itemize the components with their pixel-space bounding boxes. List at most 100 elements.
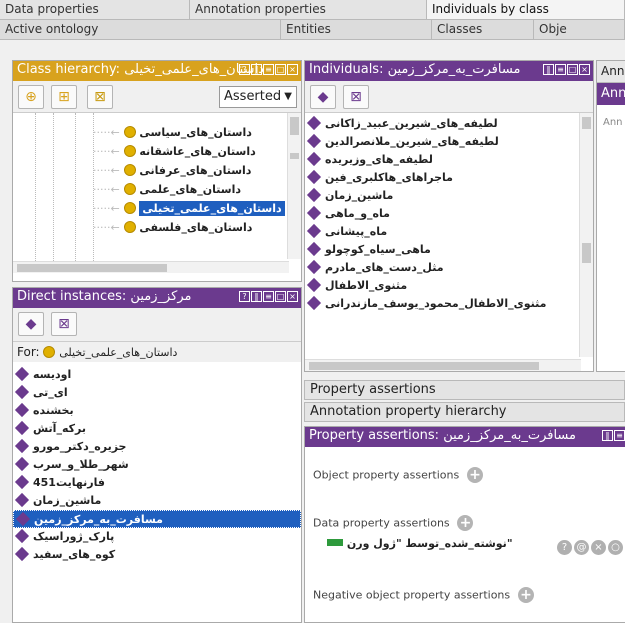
scroll-thumb[interactable] [582,117,591,129]
hscroll-thumb[interactable] [17,264,167,272]
direct-instance-item[interactable]: ماشین_زمان [13,492,301,510]
direct-instances-toolbar: ◆ ⊠ [13,308,301,342]
direct-instance-item[interactable]: بخشنده [13,402,301,420]
delete-class-button[interactable]: ⊠ [87,85,113,109]
help-icon[interactable]: ? [557,540,572,555]
direct-instance-label: برکه_آتش [33,422,86,435]
tab-bar-top: Data properties Annotation properties In… [0,0,625,20]
tab-active-ontology[interactable]: Active ontology [0,20,281,40]
add-negative-object-property-icon[interactable]: + [517,587,534,603]
add-sibling-button[interactable]: ⊞ [51,85,77,109]
split-icon[interactable]: ≡ [263,64,274,75]
individual-icon [14,546,30,562]
scroll-thumb[interactable] [290,117,299,135]
pin-icon[interactable]: ‖ [251,64,262,75]
individual-item[interactable]: لطیفه_های_شیرین_عبید_زاکانی [305,115,593,133]
individual-label: ماجراهای_هاکلبری_فین [325,171,453,184]
individual-item[interactable]: مثل_دست_های_مادرم [305,259,593,277]
pin-icon[interactable]: ‖ [251,291,262,302]
tab-property-assertions[interactable]: Property assertions [304,380,625,400]
tab-data-properties[interactable]: Data properties [0,0,190,20]
individual-icon [306,223,322,239]
individual-item[interactable]: ماهی_سیاه_کوچولو [305,241,593,259]
individuals-scrollbar[interactable] [579,113,593,357]
direct-instance-item[interactable]: اودیسه [13,366,301,384]
edit-icon[interactable]: ○ [608,540,623,555]
add-data-property-icon[interactable]: + [457,515,474,531]
delete-icon[interactable]: × [591,540,606,555]
tab-annotation-property-hierarchy[interactable]: Annotation property hierarchy [304,402,625,422]
individual-item[interactable]: لطیفه_های_شیرین_ملانصرالدین [305,133,593,151]
class-tree-item[interactable]: ·····← داستان_های_عاشقانه [13,142,301,161]
individual-item[interactable]: ماشین_زمان [305,187,593,205]
add-object-property-icon[interactable]: + [467,467,484,483]
individual-item[interactable]: مثنوی_الاطفال_محمود_یوسف_مازندرانی [305,295,593,313]
scroll-thumb[interactable] [582,243,591,263]
class-tree-item[interactable]: ·····← داستان_های_علمی_تخیلی [13,199,301,218]
maximize-icon[interactable]: □ [567,64,578,75]
split-icon[interactable]: ≡ [263,291,274,302]
individual-item[interactable]: ماه_پیشانی [305,223,593,241]
split-icon[interactable]: ≡ [614,430,625,441]
pin-icon[interactable]: ‖ [602,430,613,441]
tab-individuals-by-class[interactable]: Individuals by class [427,0,625,20]
object-property-label: Object property assertions [313,468,460,482]
individuals-hscroll[interactable] [305,359,581,371]
direct-instance-label: فارنهایت451 [33,476,105,489]
hierarchy-mode-dropdown[interactable]: Asserted ▼ [219,86,297,108]
maximize-icon[interactable]: □ [275,64,286,75]
class-hierarchy-title: Class hierarchy: داستان_های_علمی_تخیلی ?… [13,61,301,81]
class-tree-label: داستان_های_عرفانی [139,164,252,177]
maximize-icon[interactable]: □ [275,291,286,302]
individual-icon [15,511,31,527]
class-tree-item[interactable]: ·····← داستان_های_فلسفی [13,218,301,237]
close-icon[interactable]: × [287,291,298,302]
class-tree-hscroll[interactable] [13,261,289,273]
class-tree-item[interactable]: ·····← داستان_های_عرفانی [13,161,301,180]
tab-entities[interactable]: Entities [281,20,432,40]
close-icon[interactable]: × [579,64,590,75]
annotate-icon[interactable]: @ [574,540,589,555]
hierarchy-mode-value: Asserted [224,89,282,104]
for-label: For: [17,345,40,359]
class-tree-scrollbar[interactable] [287,113,301,259]
direct-instance-item[interactable]: شهر_طلا_و_سرب [13,456,301,474]
data-property-icon [327,539,343,546]
panel-controls: ‖ ≡ □ × [543,64,590,75]
direct-instance-item[interactable]: مسافرت_به_مرکز_زمین [13,510,301,528]
add-individual-button[interactable]: ◆ [310,85,336,109]
individual-icon [14,384,30,400]
hscroll-thumb[interactable] [309,362,539,370]
help-icon[interactable]: ? [239,291,250,302]
direct-instance-item[interactable]: ای_تی [13,384,301,402]
close-icon[interactable]: × [287,64,298,75]
scroll-thumb[interactable] [290,153,299,159]
individual-item[interactable]: ماه_و_ماهی [305,205,593,223]
split-icon[interactable]: ≡ [555,64,566,75]
direct-instance-item[interactable]: کوه_های_سفید [13,546,301,564]
help-icon[interactable]: ? [239,64,250,75]
direct-instance-label: ماشین_زمان [33,494,102,507]
class-icon [123,126,136,138]
add-instance-button[interactable]: ◆ [18,312,44,336]
class-tree-item[interactable]: ·····← داستان_های_علمی [13,180,301,199]
data-property-assertion[interactable]: نوشته_شده_توسط "ژول ورن" [327,537,513,550]
delete-individual-button[interactable]: ⊠ [343,85,369,109]
direct-instance-item[interactable]: فارنهایت451 [13,474,301,492]
individual-item[interactable]: ماجراهای_هاکلبری_فین [305,169,593,187]
class-tree-item[interactable]: ·····← داستان_های_سیاسی [13,123,301,142]
direct-instance-item[interactable]: برکه_آتش [13,420,301,438]
tab-annotation-properties[interactable]: Annotation properties [190,0,427,20]
delete-instance-button[interactable]: ⊠ [51,312,77,336]
direct-instance-item[interactable]: جزیره_دکتر_مورو [13,438,301,456]
for-class-name: داستان_های_علمی_تخیلی [59,346,178,359]
annotations-tab[interactable]: Ann [597,61,625,83]
individual-item[interactable]: لطیفه_های_وزیریده [305,151,593,169]
individual-item[interactable]: مثنوی_الاطفال [305,277,593,295]
direct-instance-item[interactable]: پارک_ژوراسیک [13,528,301,546]
pin-icon[interactable]: ‖ [543,64,554,75]
tab-classes[interactable]: Classes [432,20,534,40]
tab-objects[interactable]: Obje [534,20,625,40]
add-subclass-button[interactable]: ⊕ [18,85,44,109]
individual-icon [14,528,30,544]
